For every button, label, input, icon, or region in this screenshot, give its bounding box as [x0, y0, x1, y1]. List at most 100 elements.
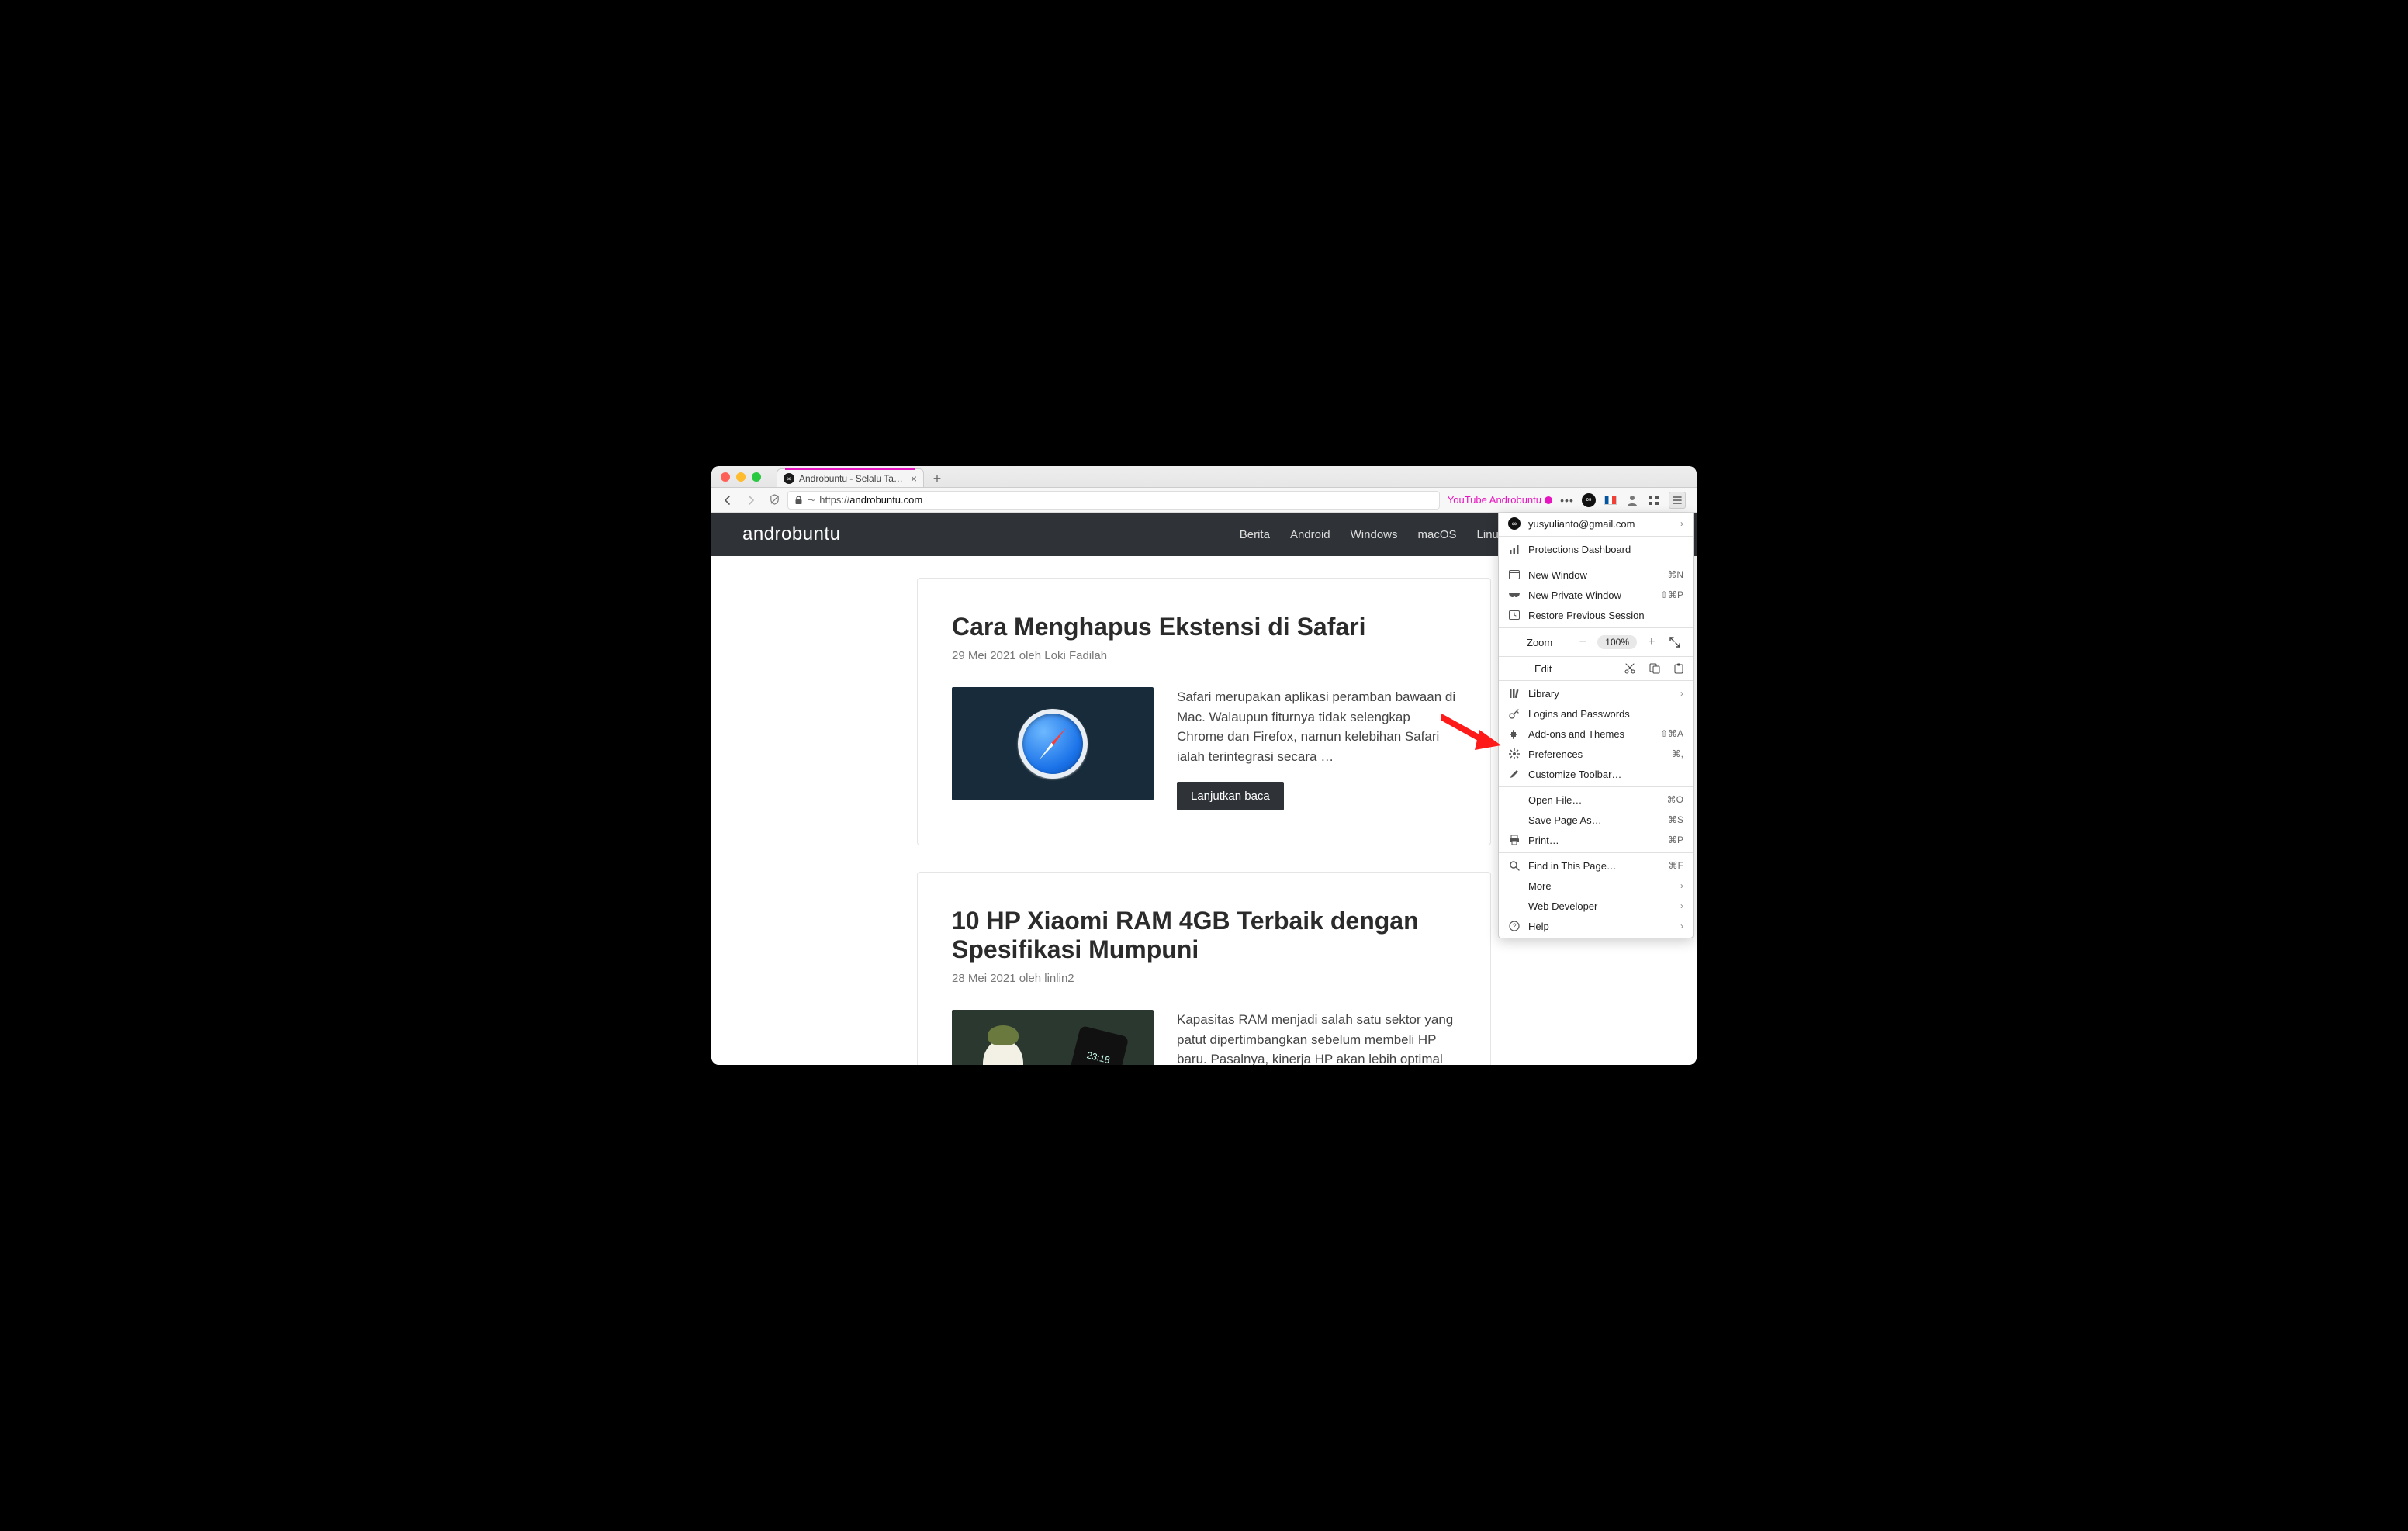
- bookmark-link[interactable]: YouTube Androbuntu: [1443, 494, 1557, 506]
- cut-icon[interactable]: [1624, 663, 1635, 674]
- spacer: [1508, 793, 1521, 806]
- close-tab-icon[interactable]: ×: [911, 472, 917, 485]
- tab-bar: ∞ Androbuntu - Selalu Tahu Tekn… × +: [777, 466, 947, 487]
- pink-dot-icon: [1545, 496, 1552, 504]
- zoom-value[interactable]: 100%: [1597, 635, 1637, 649]
- menu-new-private[interactable]: New Private Window ⇧⌘P: [1499, 585, 1693, 605]
- post-excerpt: Kapasitas RAM menjadi salah satu sektor …: [1177, 1010, 1456, 1065]
- account-icon[interactable]: [1625, 493, 1639, 507]
- restore-icon: [1508, 609, 1521, 621]
- menu-customize[interactable]: Customize Toolbar…: [1499, 764, 1693, 784]
- tab-favicon: ∞: [784, 473, 794, 484]
- browser-window: ∞ Androbuntu - Selalu Tahu Tekn… × + ⊸ h…: [711, 466, 1697, 1065]
- menu-protections[interactable]: Protections Dashboard: [1499, 539, 1693, 559]
- menu-account[interactable]: ∞ yusyulianto@gmail.com ›: [1499, 513, 1693, 534]
- traffic-lights: [721, 472, 761, 482]
- nav-android[interactable]: Android: [1290, 528, 1330, 541]
- spacer: [1508, 662, 1521, 675]
- chevron-right-icon: ›: [1680, 880, 1683, 891]
- post-title[interactable]: Cara Menghapus Ekstensi di Safari: [952, 613, 1456, 641]
- post-meta: 28 Mei 2021 oleh linlin2: [952, 972, 1456, 985]
- brush-icon: [1508, 768, 1521, 780]
- post-card: 10 HP Xiaomi RAM 4GB Terbaik dengan Spes…: [917, 872, 1491, 1065]
- toolbar-extensions: ∞: [1577, 492, 1690, 509]
- post-card: Cara Menghapus Ekstensi di Safari 29 Mei…: [917, 578, 1491, 845]
- post-author[interactable]: linlin2: [1044, 972, 1074, 985]
- browser-tab[interactable]: ∞ Androbuntu - Selalu Tahu Tekn… ×: [777, 468, 924, 487]
- mask-icon: [1508, 589, 1521, 601]
- permissions-icon: ⊸: [808, 495, 815, 505]
- spacer: [1508, 636, 1521, 648]
- menu-save-as[interactable]: Save Page As… ⌘S: [1499, 810, 1693, 830]
- post-meta: 29 Mei 2021 oleh Loki Fadilah: [952, 649, 1456, 662]
- minimize-window[interactable]: [736, 472, 746, 482]
- url-bar: ⊸ https://androbuntu.com YouTube Androbu…: [711, 488, 1697, 513]
- search-icon: [1508, 859, 1521, 872]
- lock-icon: [794, 496, 803, 505]
- app-menu: ∞ yusyulianto@gmail.com › Protections Da…: [1498, 513, 1694, 938]
- post-title[interactable]: 10 HP Xiaomi RAM 4GB Terbaik dengan Spes…: [952, 907, 1456, 964]
- menu-restore[interactable]: Restore Previous Session: [1499, 605, 1693, 625]
- new-tab-button[interactable]: +: [927, 470, 947, 487]
- key-icon: [1508, 707, 1521, 720]
- menu-more[interactable]: More ›: [1499, 876, 1693, 896]
- menu-logins[interactable]: Logins and Passwords: [1499, 703, 1693, 724]
- phone-icon: [1060, 1025, 1130, 1065]
- menu-edit: Edit: [1499, 659, 1693, 678]
- menu-library[interactable]: Library ›: [1499, 683, 1693, 703]
- svg-text:?: ?: [1512, 922, 1516, 930]
- spacer: [1508, 900, 1521, 912]
- chevron-right-icon: ›: [1680, 518, 1683, 529]
- post-excerpt: Safari merupakan aplikasi peramban bawaa…: [1177, 687, 1456, 766]
- menu-zoom: Zoom − 100% +: [1499, 631, 1693, 654]
- page-actions-icon[interactable]: •••: [1560, 493, 1574, 507]
- menu-preferences[interactable]: Preferences ⌘,: [1499, 744, 1693, 764]
- menu-find[interactable]: Find in This Page… ⌘F: [1499, 855, 1693, 876]
- back-button[interactable]: [718, 491, 738, 510]
- chevron-right-icon: ›: [1680, 921, 1683, 931]
- help-icon: ?: [1508, 920, 1521, 932]
- menu-webdev[interactable]: Web Developer ›: [1499, 896, 1693, 916]
- maximize-window[interactable]: [752, 472, 761, 482]
- titlebar: ∞ Androbuntu - Selalu Tahu Tekn… × +: [711, 466, 1697, 488]
- url-text: https://androbuntu.com: [819, 494, 922, 506]
- menu-open-file[interactable]: Open File… ⌘O: [1499, 790, 1693, 810]
- hamburger-menu-icon[interactable]: [1669, 492, 1686, 509]
- post-author[interactable]: Loki Fadilah: [1044, 649, 1107, 662]
- tab-title: Androbuntu - Selalu Tahu Tekn…: [799, 473, 906, 484]
- copy-icon[interactable]: [1649, 663, 1660, 674]
- safari-icon: [1018, 709, 1088, 779]
- post-thumbnail[interactable]: [952, 687, 1154, 800]
- menu-addons[interactable]: Add-ons and Themes ⇧⌘A: [1499, 724, 1693, 744]
- close-window[interactable]: [721, 472, 730, 482]
- nav-berita[interactable]: Berita: [1240, 528, 1270, 541]
- post-thumbnail[interactable]: [952, 1010, 1154, 1065]
- menu-print[interactable]: Print… ⌘P: [1499, 830, 1693, 850]
- fullscreen-icon[interactable]: [1666, 634, 1683, 651]
- chevron-right-icon: ›: [1680, 900, 1683, 911]
- url-field[interactable]: ⊸ https://androbuntu.com: [787, 491, 1440, 510]
- nav-macos[interactable]: macOS: [1418, 528, 1457, 541]
- shield-icon[interactable]: [764, 491, 784, 510]
- zoom-in-button[interactable]: +: [1643, 634, 1660, 651]
- apps-grid-icon[interactable]: [1647, 493, 1661, 507]
- window-icon: [1508, 569, 1521, 581]
- zoom-out-button[interactable]: −: [1574, 634, 1591, 651]
- puzzle-icon: [1508, 727, 1521, 740]
- paste-icon[interactable]: [1674, 663, 1683, 674]
- gear-icon: [1508, 748, 1521, 760]
- library-icon: [1508, 687, 1521, 700]
- read-more-button[interactable]: Lanjutkan baca: [1177, 782, 1284, 810]
- ext-flag-icon[interactable]: [1604, 493, 1617, 507]
- menu-help[interactable]: ? Help ›: [1499, 916, 1693, 936]
- menu-new-window[interactable]: New Window ⌘N: [1499, 565, 1693, 585]
- ext-infinity-icon[interactable]: ∞: [1582, 493, 1596, 507]
- nav-windows[interactable]: Windows: [1351, 528, 1398, 541]
- chevron-right-icon: ›: [1680, 688, 1683, 699]
- spacer: [1508, 814, 1521, 826]
- spacer: [1508, 880, 1521, 892]
- forward-button[interactable]: [741, 491, 761, 510]
- site-logo[interactable]: androbuntu: [742, 524, 840, 545]
- printer-icon: [1508, 834, 1521, 846]
- dashboard-icon: [1508, 543, 1521, 555]
